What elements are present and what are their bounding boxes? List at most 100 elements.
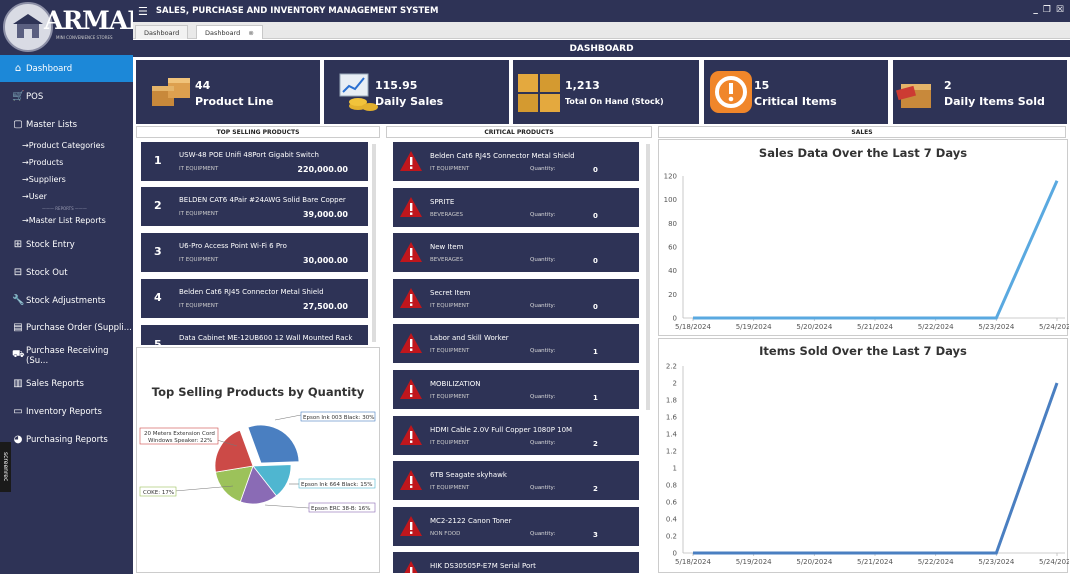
items-line-chart-panel: Items Sold Over the Last 7 Days 0 0.2 0.4 0… [658, 338, 1069, 573]
y-tick-label: 2.2 [666, 363, 677, 371]
series-line [693, 180, 1059, 320]
title-bar: ☰ SALES, PURCHASE AND INVENTORY MANAGEME… [133, 0, 1070, 22]
plus-box-icon: ⊞ [13, 239, 23, 250]
logo-subtitle: MINI CONVENIENCE STORES [56, 35, 113, 40]
x-tick-label: 5/22/2024 [918, 323, 954, 331]
app-title: SALES, PURCHASE AND INVENTORY MANAGEMENT… [155, 6, 439, 16]
x-tick-label: 5/23/2024 [978, 323, 1014, 331]
list-item[interactable]: SPRITE BEVERAGES Quantity: 0 [393, 187, 639, 227]
y-tick-label: 1.4 [666, 431, 678, 439]
pie-slice [214, 429, 254, 473]
page-title: DASHBOARD [133, 39, 1070, 57]
card-value: 1,213 [565, 79, 600, 92]
pie-label-epson-erc: Epson ERC 38-B: 16% [311, 506, 370, 512]
card-total-on-hand[interactable]: 1,213 Total On Hand (Stock) [513, 60, 699, 124]
list-item[interactable]: 3 U6-Pro Access Point Wi-Fi 6 Pro IT EQUIP… [141, 233, 368, 272]
y-tick-label: 100 [664, 196, 677, 204]
warning-icon [400, 333, 422, 354]
warning-icon [400, 242, 422, 263]
pie-label-epson-664: Epson Ink 664 Black: 15% [301, 482, 372, 488]
restore-icon[interactable]: ❐ [1043, 5, 1051, 15]
sidebar-item-inventory-reports[interactable]: ▭ Inventory Reports [0, 398, 133, 425]
card-label: Daily Items Sold [944, 95, 1045, 108]
card-critical-items[interactable]: 15 Critical Items [704, 60, 888, 124]
card-product-line[interactable]: 44 Product Line [136, 60, 320, 124]
y-tick-label: 1.2 [666, 448, 677, 456]
minimize-icon[interactable]: _ [1033, 5, 1038, 15]
pie-chart-panel: Top Selling Products by Quantity Epson I… [136, 347, 380, 573]
list-item[interactable]: HDMI Cable 2.0V Full Copper 1080P 10M IT … [393, 415, 639, 455]
y-tick-label: 1 [673, 465, 677, 473]
x-tick-label: 5/20/2024 [796, 323, 832, 331]
sales-line-chart-panel: Sales Data Over the Last 7 Days 0 20 40 60 8… [658, 139, 1069, 336]
critical-products-list[interactable]: Belden Cat6 RJ45 Connector Metal Shield I… [386, 139, 652, 573]
alert-icon [710, 71, 752, 113]
sidebar-item-purchasing-reports[interactable]: ◕ Purchasing Reports [0, 426, 133, 453]
y-tick-label: 0 [673, 550, 677, 558]
home-icon: ⌂ [14, 63, 22, 74]
tab-dashboard-2[interactable]: Dashboard ⊗ [196, 25, 263, 39]
y-tick-label: 2 [673, 380, 677, 388]
sidebar-sub-user[interactable]: →User [22, 192, 47, 201]
list-item[interactable]: MOBILIZATION IT EQUIPMENT Quantity: 1 [393, 370, 639, 409]
sidebar-item-purchase-receiving[interactable]: ⛟ Purchase Receiving (Su... [0, 342, 133, 369]
sidebar-item-sales-reports[interactable]: ▥ Sales Reports [0, 370, 133, 397]
sidebar-item-pos[interactable]: 🛒 POS [0, 83, 133, 110]
sidebar-sub-suppliers[interactable]: →Suppliers [22, 175, 66, 184]
warning-icon [404, 561, 418, 573]
y-tick-label: 0.8 [666, 482, 677, 490]
list-item[interactable]: 1 USW-48 POE Unifi 48Port Gigabit Switch I… [141, 142, 368, 181]
list-item[interactable]: HIK DS30505P-E7M Serial Port [393, 552, 639, 573]
sales-line-chart: 0 20 40 60 80 100 120 5/18/2024 5/19/2024 5/20/20… [664, 173, 1069, 332]
sidebar-item-purchase-order[interactable]: ▤ Purchase Order (Suppli... [0, 314, 133, 341]
card-daily-sales[interactable]: 115.95 Daily Sales [324, 60, 509, 124]
pie-label-coke: COKE: 17% [143, 490, 174, 496]
list-item[interactable]: Labor and Skill Worker IT EQUIPMENT Quanti… [393, 324, 639, 364]
card-value: 115.95 [375, 79, 418, 92]
critical-scrollbar[interactable] [646, 144, 650, 410]
sidebar-item-stock-entry[interactable]: ⊞ Stock Entry [0, 231, 133, 258]
pie-label-windows-speaker: Windows Speaker: 22% [148, 438, 212, 444]
list-item[interactable]: MC2-2122 Canon Toner NON FOOD Quantity: 3 [393, 506, 639, 546]
sidebar: ARMART MINI CONVENIENCE STORES ⌂ Dashboar… [0, 0, 165, 574]
y-tick-label: 0.6 [666, 499, 678, 507]
list-item[interactable]: 2 BELDEN CAT6 4Pair #24AWG Solid Bare Cop… [141, 187, 368, 226]
list-item[interactable]: 4 Belden Cat6 RJ45 Connector Metal Shield… [141, 279, 368, 318]
sidebar-item-stock-adjustments[interactable]: 🔧 Stock Adjustments [0, 287, 133, 314]
warning-icon [400, 196, 422, 217]
sidebar-item-stock-out[interactable]: ⊟ Stock Out [0, 259, 133, 286]
card-value: 15 [754, 79, 770, 92]
top-selling-scrollbar[interactable] [372, 144, 376, 342]
tab-dashboard-1[interactable]: Dashboard [135, 25, 189, 39]
screenrec-watermark: screenrec [0, 442, 11, 492]
sidebar-sub-products[interactable]: →Products [22, 158, 63, 167]
hamburger-menu-icon[interactable]: ☰ [138, 5, 148, 18]
sidebar-sub-master-list-reports[interactable]: →Master List Reports [22, 216, 106, 225]
y-tick-label: 20 [668, 291, 677, 299]
tab-close-icon[interactable]: ⊗ [248, 29, 253, 37]
reports-divider: ——— REPORTS ——— [42, 206, 87, 211]
x-tick-label: 5/24/2024 [1039, 323, 1069, 331]
card-label: Product Line [195, 95, 274, 108]
pie-label-extension-cord: 20 Meters Extension Cord [144, 431, 215, 437]
wrench-icon: 🔧 [12, 295, 25, 306]
top-selling-list[interactable]: 1 USW-48 POE Unifi 48Port Gigabit Switch I… [136, 139, 380, 345]
card-label: Total On Hand (Stock) [565, 97, 664, 106]
x-tick-label: 5/18/2024 [675, 558, 711, 566]
card-daily-items-sold[interactable]: 2 Daily Items Sold [893, 60, 1067, 124]
list-item[interactable]: 6TB Seagate skyhawk IT EQUIPMENT Quantity:… [393, 461, 639, 501]
sidebar-item-master-lists[interactable]: ▢ Master Lists [0, 111, 133, 138]
minus-box-icon: ⊟ [13, 267, 23, 278]
list-item[interactable]: New Item BEVERAGES Quantity: 0 [393, 233, 639, 273]
card-label: Critical Items [754, 95, 837, 108]
x-tick-label: 5/22/2024 [918, 558, 954, 566]
list-item[interactable]: Secret Item IT EQUIPMENT Quantity: 0 [393, 278, 639, 318]
sidebar-sub-product-categories[interactable]: →Product Categories [22, 141, 105, 150]
x-tick-label: 5/24/2024 [1039, 558, 1069, 566]
sale-box-icon [896, 84, 931, 108]
sidebar-item-dashboard[interactable]: ⌂ Dashboard [0, 55, 133, 82]
x-tick-label: 5/19/2024 [736, 323, 772, 331]
list-item[interactable]: 5 Data Cabinet ME-12UB600 12 Wall Mounted… [141, 325, 368, 345]
close-window-icon[interactable]: ☒ [1056, 5, 1064, 15]
list-item[interactable]: Belden Cat6 RJ45 Connector Metal Shield I… [393, 142, 639, 181]
